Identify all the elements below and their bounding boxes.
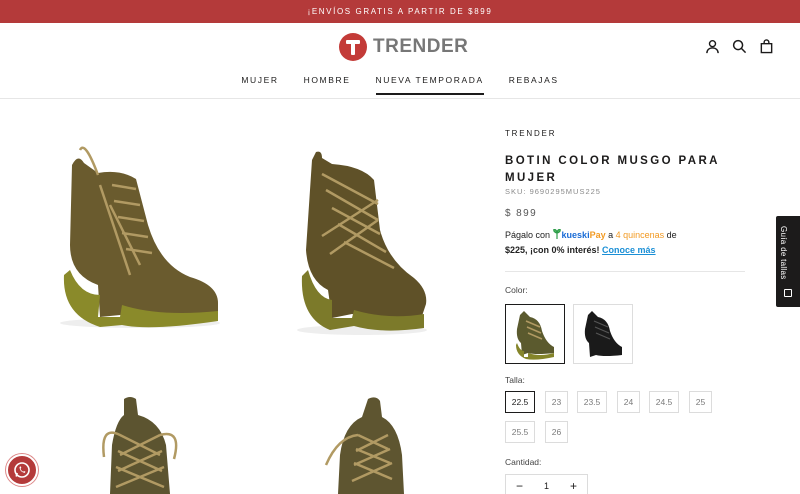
size-option-25[interactable]: 25 xyxy=(689,391,712,413)
size-guide-label: Guía de tallas xyxy=(779,226,788,280)
kueski-suffix: de xyxy=(664,230,677,240)
kueski-pay-logo: Pay xyxy=(589,230,606,240)
color-swatch-musgo[interactable] xyxy=(505,304,565,364)
logo-mark-icon xyxy=(339,33,367,61)
product-image-top[interactable] xyxy=(318,395,418,494)
nav-item-nueva-temporada[interactable]: NUEVA TEMPORADA xyxy=(375,75,484,95)
swatch-boot-negro-icon xyxy=(584,311,622,357)
quantity-label: Cantidad: xyxy=(505,457,542,467)
main-nav: MUJER HOMBRE NUEVA TEMPORADA REBAJAS xyxy=(0,75,800,95)
size-option-26[interactable]: 26 xyxy=(545,421,568,443)
nav-item-rebajas[interactable]: REBAJAS xyxy=(509,75,559,95)
kueski-mid: a xyxy=(605,230,616,240)
product-brand[interactable]: TRENDER xyxy=(505,129,556,138)
nav-item-hombre[interactable]: HOMBRE xyxy=(304,75,351,95)
kueski-logo: kueski xyxy=(561,230,590,240)
quantity-stepper: − 1 + xyxy=(505,474,588,494)
nav-item-mujer[interactable]: MUJER xyxy=(241,75,278,95)
kueski-prefix: Págalo con xyxy=(505,230,553,240)
size-option-23-5[interactable]: 23.5 xyxy=(577,391,607,413)
header-icons xyxy=(705,39,774,54)
size-option-24-5[interactable]: 24.5 xyxy=(649,391,679,413)
size-option-22-5[interactable]: 22.5 xyxy=(505,391,535,413)
kueski-learn-more-link[interactable]: Conoce más xyxy=(602,245,656,255)
site-logo[interactable]: TRENDER xyxy=(339,33,468,61)
announcement-text: ¡ENVÍOS GRATIS A PARTIR DE $899 xyxy=(307,7,493,16)
search-icon[interactable] xyxy=(732,39,747,54)
account-icon[interactable] xyxy=(705,39,720,54)
announcement-bar: ¡ENVÍOS GRATIS A PARTIR DE $899 xyxy=(0,0,800,23)
color-label: Color: xyxy=(505,285,528,295)
swatch-boot-musgo-icon xyxy=(516,311,554,360)
size-option-25-5[interactable]: 25.5 xyxy=(505,421,535,443)
kueski-quincenas: 4 quincenas xyxy=(615,230,665,240)
product-price: $ 899 xyxy=(505,208,538,219)
quantity-increase-button[interactable]: + xyxy=(570,479,577,493)
kueski-amount: $225, ¡con 0% interés! xyxy=(505,245,603,255)
site-header: TRENDER MUJER HOMBRE NUEVA TEMPORADA REB… xyxy=(0,23,800,99)
kueski-pay-banner: Págalo con kueskiPay a 4 quincenas de $2… xyxy=(505,228,745,258)
logo-text: TRENDER xyxy=(373,36,469,57)
size-option-24[interactable]: 24 xyxy=(617,391,640,413)
product-image-front[interactable] xyxy=(282,150,442,340)
product-image-back[interactable] xyxy=(90,395,190,494)
whatsapp-button[interactable] xyxy=(6,454,38,486)
whatsapp-icon xyxy=(14,462,30,478)
size-guide-tab[interactable]: Guía de tallas xyxy=(776,216,800,307)
info-divider xyxy=(505,271,745,272)
product-title: BOTIN COLOR MUSGO PARA MUJER xyxy=(505,155,720,184)
quantity-value[interactable]: 1 xyxy=(544,481,549,491)
kueski-leaf-icon xyxy=(552,229,561,239)
product-sku: SKU: 9690295MUS225 xyxy=(505,187,601,196)
color-swatch-negro[interactable] xyxy=(573,304,633,364)
size-option-23[interactable]: 23 xyxy=(545,391,568,413)
product-image-side[interactable] xyxy=(40,145,230,335)
quantity-decrease-button[interactable]: − xyxy=(516,479,523,493)
ruler-icon xyxy=(784,289,792,297)
size-label: Talla: xyxy=(505,375,525,385)
cart-icon[interactable] xyxy=(759,39,774,54)
